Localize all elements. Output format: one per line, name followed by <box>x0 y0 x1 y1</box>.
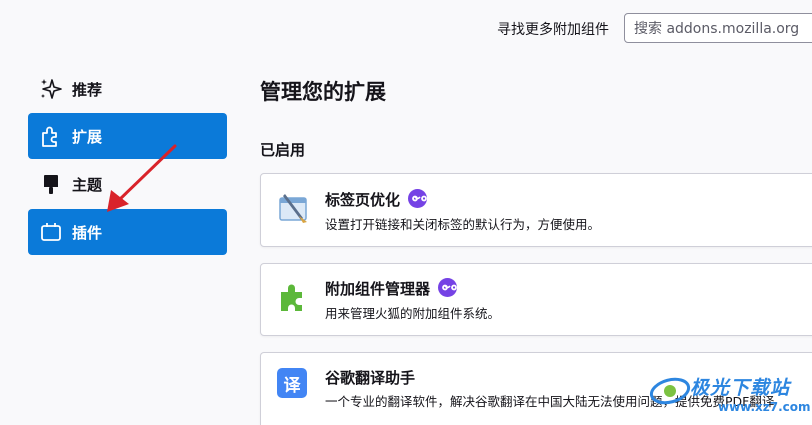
extension-name: 附加组件管理器 <box>325 280 431 298</box>
watermark-url: www.xz7.com <box>718 400 811 414</box>
tab-tweak-icon <box>277 192 309 224</box>
paintbrush-icon <box>38 171 64 197</box>
plugin-icon <box>38 219 64 245</box>
mozilla-badge-icon <box>408 189 428 208</box>
sidebar-item-recommendations[interactable]: 推荐 <box>28 66 227 112</box>
watermark-logo-icon <box>649 377 691 405</box>
extension-description: 用来管理火狐的附加组件系统。 <box>325 306 501 321</box>
addons-search-input[interactable]: 搜索 addons.mozilla.org <box>624 13 812 43</box>
extension-description: 设置打开链接和关闭标签的默认行为，方便使用。 <box>325 217 601 232</box>
sidebar-item-label: 插件 <box>72 223 103 242</box>
site-watermark: 极光下载站 www.xz7.com <box>648 372 812 425</box>
green-puzzle-icon <box>277 280 309 312</box>
page-title: 管理您的扩展 <box>260 80 386 104</box>
translate-icon: 译 <box>277 368 309 400</box>
red-arrow-annotation <box>107 144 177 212</box>
find-more-addons-label: 寻找更多附加组件 <box>497 22 609 38</box>
mozilla-badge-icon <box>438 278 458 297</box>
extension-card-addon-manager[interactable]: 附加组件管理器 用来管理火狐的附加组件系统。 <box>260 263 812 336</box>
extension-card-tab-tweak[interactable]: 标签页优化 设置打开链接和关闭标签的默认行为，方便使用。 <box>260 173 812 247</box>
extension-name: 谷歌翻译助手 <box>325 369 416 387</box>
sparkle-icon <box>38 76 64 102</box>
search-placeholder: 搜索 addons.mozilla.org <box>634 21 800 37</box>
sidebar-item-label: 推荐 <box>72 80 103 99</box>
enabled-section-title: 已启用 <box>260 141 306 159</box>
extension-name: 标签页优化 <box>325 191 401 209</box>
puzzle-icon <box>38 123 64 149</box>
watermark-title: 极光下载站 <box>690 377 791 399</box>
